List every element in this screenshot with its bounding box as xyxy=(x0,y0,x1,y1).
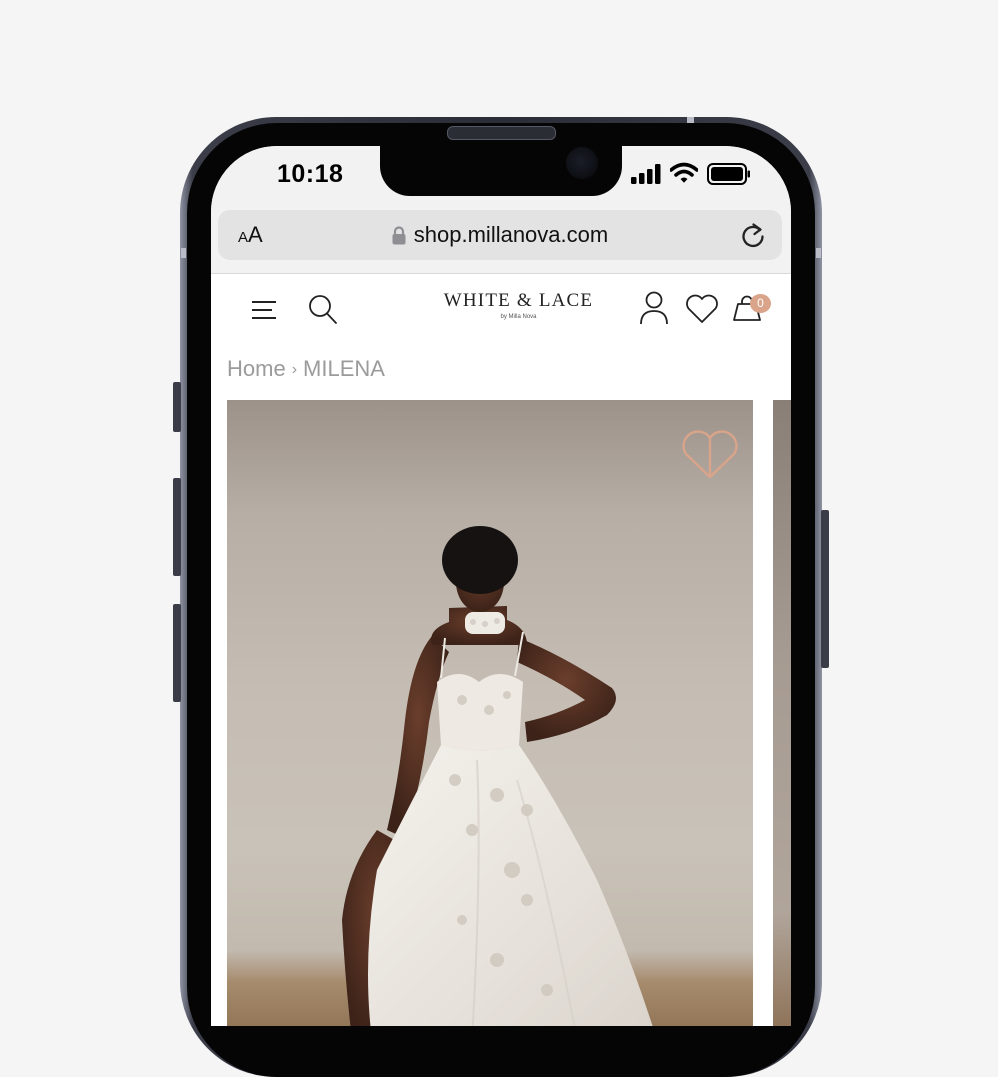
menu-icon[interactable] xyxy=(251,300,277,320)
cellular-signal-icon xyxy=(631,164,661,184)
browser-toolbar: AA shop.millanova.com xyxy=(211,210,791,274)
status-bar: 10:18 xyxy=(211,146,791,210)
wifi-icon xyxy=(670,162,698,183)
product-wishlist-heart-icon[interactable] xyxy=(681,430,739,480)
mute-switch xyxy=(173,382,181,432)
antenna-line xyxy=(181,248,186,258)
logo-text: WHITE & LACE xyxy=(443,290,594,311)
lock-icon xyxy=(392,225,406,244)
breadcrumb: Home › MILENA xyxy=(227,356,385,382)
account-icon[interactable] xyxy=(639,291,669,325)
url-display[interactable]: shop.millanova.com xyxy=(218,222,782,248)
antenna-line xyxy=(816,248,821,258)
cart-count-badge: 0 xyxy=(750,294,771,313)
reload-icon[interactable] xyxy=(740,221,766,249)
phone-screen: 10:18 AA shop.millanova.com WHITE & LACE… xyxy=(211,146,791,1026)
antenna-line xyxy=(687,117,694,123)
volume-up-button xyxy=(173,478,181,576)
search-icon[interactable] xyxy=(307,294,339,326)
notch xyxy=(380,146,622,196)
site-header: WHITE & LACE by Milla Nova 0 xyxy=(211,274,791,342)
breadcrumb-current: MILENA xyxy=(303,356,385,381)
status-time: 10:18 xyxy=(277,160,344,188)
breadcrumb-separator: › xyxy=(291,361,298,378)
product-image[interactable] xyxy=(227,400,753,1026)
site-logo[interactable]: WHITE & LACE by Milla Nova xyxy=(411,290,626,320)
front-camera xyxy=(566,147,598,179)
product-photo xyxy=(342,526,653,1026)
battery-icon xyxy=(707,163,750,185)
volume-down-button xyxy=(173,604,181,702)
logo-subtext: by Milla Nova xyxy=(500,314,537,320)
heart-icon[interactable] xyxy=(685,294,719,324)
address-bar[interactable]: AA shop.millanova.com xyxy=(218,210,782,260)
next-product-image[interactable] xyxy=(773,400,791,1026)
earpiece-speaker xyxy=(447,126,556,140)
power-button xyxy=(821,510,829,668)
url-text: shop.millanova.com xyxy=(413,222,609,247)
breadcrumb-home-link[interactable]: Home xyxy=(227,356,286,381)
